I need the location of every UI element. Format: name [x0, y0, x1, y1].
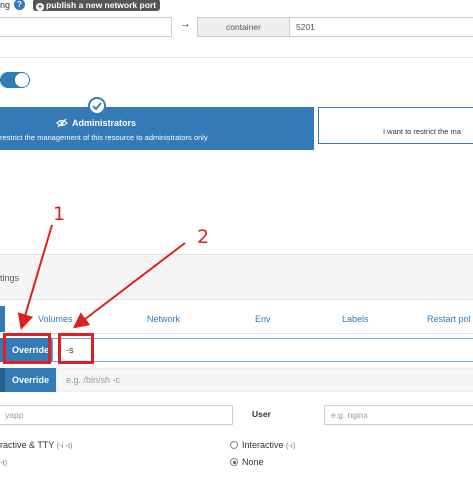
user-placeholder: e.g. nginx	[331, 410, 368, 420]
section-title: tings	[0, 273, 20, 283]
radio-none[interactable]	[230, 458, 238, 466]
console-option-none[interactable]: None	[242, 457, 264, 467]
console-option-interactive-tty[interactable]: ractive & TTY (-i -t)	[0, 440, 73, 450]
annotation-marker-2: 2	[197, 226, 210, 248]
check-circle-icon	[88, 97, 106, 115]
administrators-title: Administrators	[72, 118, 137, 128]
entrypoint-placeholder: e.g. /bin/sh -c	[66, 375, 121, 385]
annotation-box-command	[58, 333, 94, 364]
console-option-tty-flag[interactable]: -t)	[0, 458, 7, 467]
radio-interactive[interactable]	[230, 441, 238, 449]
access-control-toggle[interactable]	[0, 72, 30, 88]
administrators-description: restrict the management of this resource…	[0, 133, 208, 142]
advanced-settings-header: tings	[0, 254, 473, 300]
port-mapping-label: ng	[0, 0, 11, 10]
tab-network[interactable]: Network	[147, 314, 180, 324]
tab-command-active[interactable]	[0, 306, 5, 332]
eye-slash-icon	[56, 118, 68, 128]
tab-env[interactable]: Env	[255, 314, 271, 324]
arrow-right-icon: →	[180, 18, 191, 30]
host-port-input[interactable]	[0, 17, 172, 37]
console-option-interactive[interactable]: Interactive (-i)	[242, 440, 295, 450]
restricted-option[interactable]: I want to restrict the ma	[318, 107, 473, 144]
toggle-knob	[15, 73, 29, 87]
divider	[0, 57, 473, 58]
restricted-description: I want to restrict the ma	[383, 127, 461, 136]
entrypoint-input[interactable]: e.g. /bin/sh -c	[56, 368, 473, 392]
working-dir-input[interactable]: yapp	[0, 405, 233, 425]
console-option-interactive-tty-label: ractive & TTY	[0, 440, 55, 450]
command-input[interactable]: -s	[52, 338, 473, 362]
tab-volumes[interactable]: Volumes	[38, 314, 73, 324]
working-dir-value: yapp	[5, 410, 24, 420]
publish-port-button[interactable]: + publish a new network port	[33, 0, 161, 11]
console-option-interactive-tty-flag: (-i -t)	[56, 441, 73, 450]
console-option-interactive-label: Interactive	[242, 440, 284, 450]
console-option-interactive-flag: (-i)	[286, 441, 296, 450]
help-icon[interactable]: ?	[14, 0, 25, 10]
entrypoint-override-button[interactable]: Override	[5, 368, 56, 392]
tab-restart-policy[interactable]: Restart pol	[427, 314, 471, 324]
container-port-input[interactable]: 5201	[289, 17, 473, 37]
administrators-option[interactable]: Administrators restrict the management o…	[0, 107, 314, 150]
plus-icon: +	[36, 2, 44, 11]
container-addon: container	[197, 17, 290, 37]
annotation-marker-1: 1	[53, 203, 66, 225]
publish-port-label: publish a new network port	[46, 0, 157, 10]
user-label: User	[252, 409, 271, 419]
annotation-box-override	[3, 333, 51, 364]
tab-labels[interactable]: Labels	[342, 314, 369, 324]
user-input[interactable]: e.g. nginx	[324, 405, 473, 425]
